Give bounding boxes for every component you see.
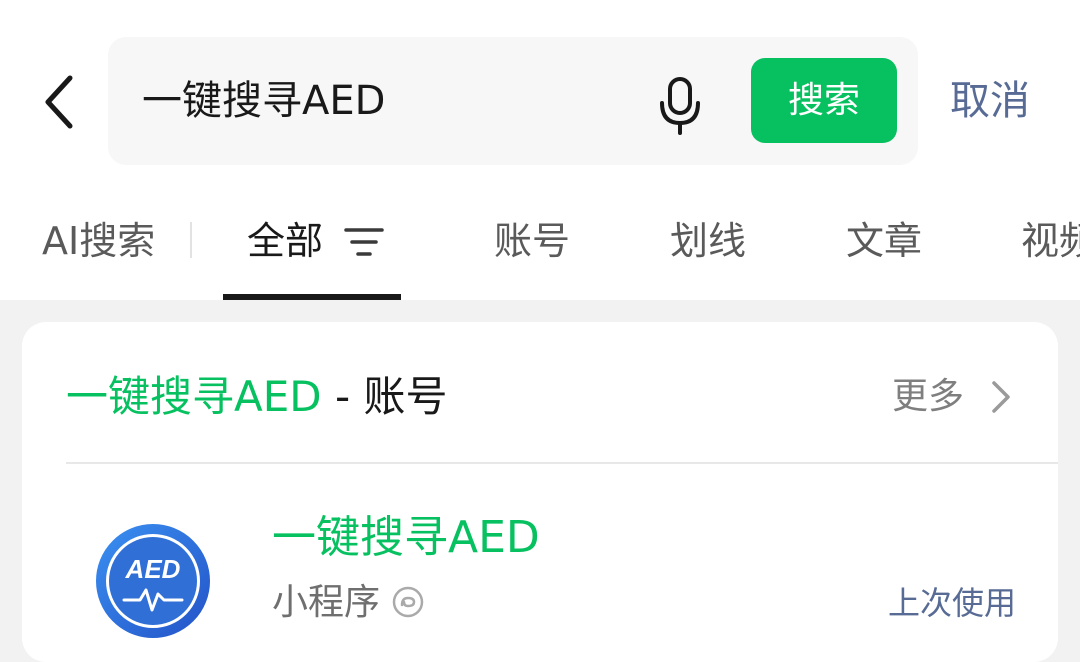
tab-ai-search[interactable]: AI搜索 xyxy=(42,214,155,268)
tab-all[interactable]: 全部 xyxy=(247,214,323,268)
aed-logo: AED xyxy=(96,524,210,638)
chevron-right-icon[interactable] xyxy=(988,379,1012,415)
active-tab-indicator xyxy=(223,294,401,300)
section-title: 一键搜寻AED - 账号 xyxy=(66,369,447,425)
result-title[interactable]: 一键搜寻AED xyxy=(272,508,540,568)
section-title-suffix: - 账号 xyxy=(321,372,448,421)
search-box[interactable]: 一键搜寻AED 搜索 xyxy=(108,37,918,165)
card-divider xyxy=(66,462,1058,464)
result-type: 小程序 xyxy=(272,582,381,623)
accounts-result-card: 一键搜寻AED - 账号 更多 AED 一键搜寻AED 小程序 上次使用 xyxy=(22,322,1058,662)
mini-program-icon xyxy=(392,586,424,618)
logo-text: AED xyxy=(125,554,181,584)
tab-divider xyxy=(190,222,192,258)
chevron-left-icon[interactable] xyxy=(36,72,84,132)
last-used-link[interactable]: 上次使用 xyxy=(888,580,1016,626)
microphone-icon[interactable] xyxy=(656,75,704,135)
filter-icon[interactable] xyxy=(344,224,384,260)
cancel-button[interactable]: 取消 xyxy=(950,72,1030,130)
search-header: 一键搜寻AED 搜索 取消 AI搜索 全部 账号 划线 文章 视频 xyxy=(0,0,1080,300)
more-link[interactable]: 更多 xyxy=(892,372,964,422)
tab-videos[interactable]: 视频 xyxy=(1021,214,1080,268)
tab-accounts[interactable]: 账号 xyxy=(494,214,570,268)
tab-highlights[interactable]: 划线 xyxy=(670,214,746,268)
section-title-keyword: 一键搜寻AED xyxy=(66,372,322,421)
tab-articles[interactable]: 文章 xyxy=(846,214,922,268)
search-input[interactable]: 一键搜寻AED xyxy=(142,73,385,129)
search-button[interactable]: 搜索 xyxy=(751,58,897,143)
